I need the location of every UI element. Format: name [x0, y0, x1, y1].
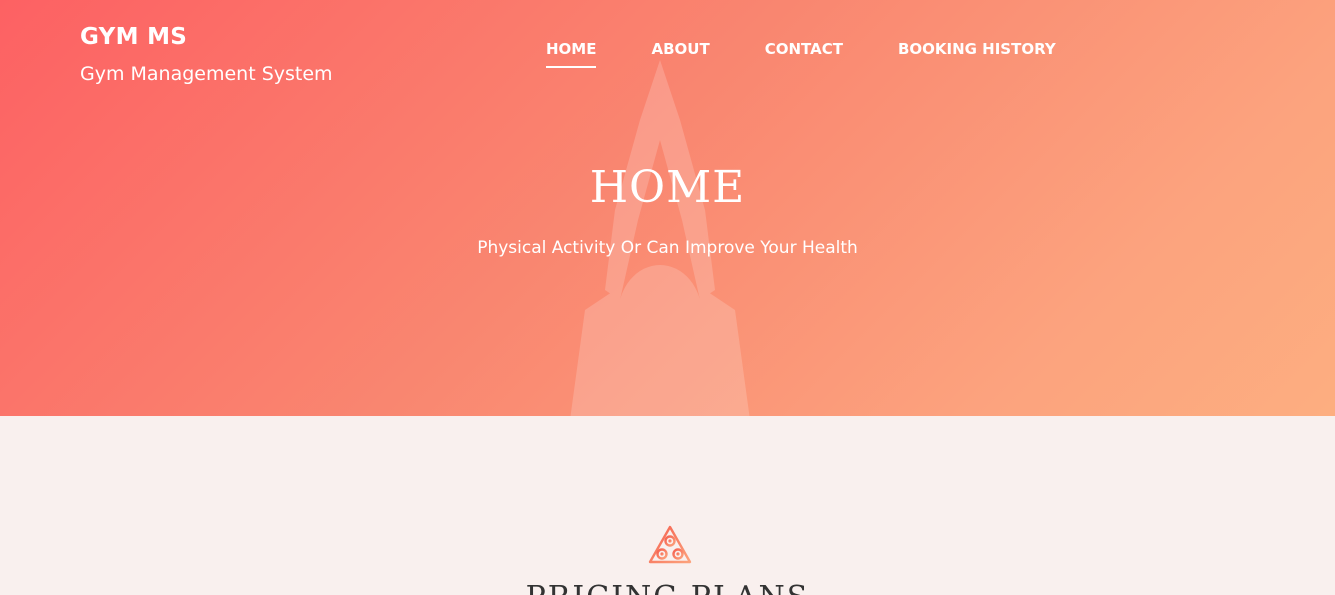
brand-title[interactable]: GYM MS	[80, 22, 333, 52]
nav-item-home[interactable]: HOME	[546, 38, 597, 68]
nav-item-booking-history[interactable]: BOOKING HISTORY	[898, 38, 1056, 60]
hero-banner: GYM MS Gym Management System HOME ABOUT …	[0, 0, 1335, 416]
pricing-section: PRICING PLANS	[0, 416, 1335, 595]
hero-title: HOME	[589, 162, 746, 213]
nav-item-about[interactable]: ABOUT	[651, 38, 709, 60]
nav-item-contact[interactable]: CONTACT	[765, 38, 843, 60]
pricing-title: PRICING PLANS	[0, 578, 1335, 595]
main-nav: HOME ABOUT CONTACT BOOKING HISTORY	[546, 38, 1056, 68]
brand[interactable]: GYM MS Gym Management System	[80, 22, 333, 86]
hero-subtitle: Physical Activity Or Can Improve Your He…	[477, 238, 858, 258]
triangle-logo-icon	[648, 525, 692, 564]
brand-subtitle: Gym Management System	[80, 63, 333, 85]
